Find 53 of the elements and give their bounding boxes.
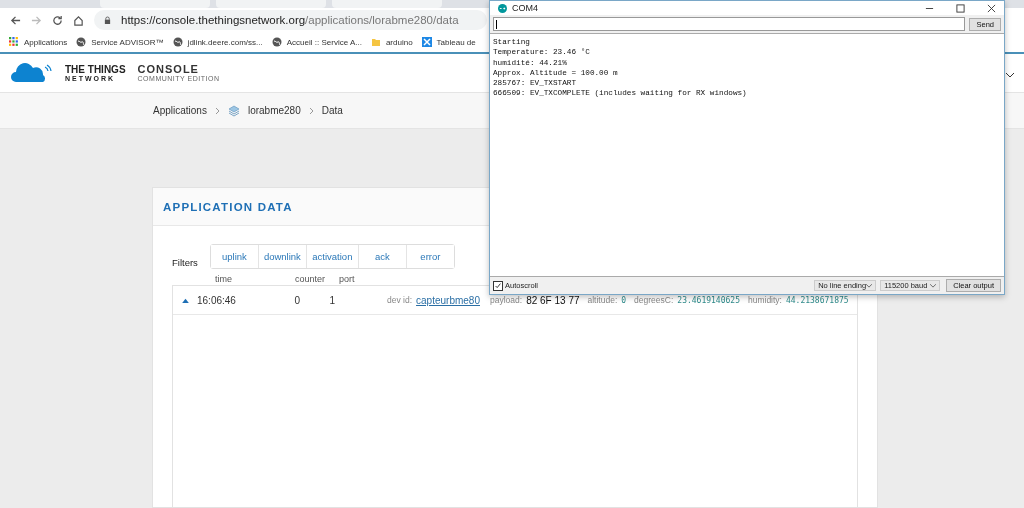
globe-icon [172,37,183,47]
field-value: 0 [621,295,627,305]
breadcrumb-link[interactable]: lorabme280 [247,105,301,116]
bookmark-link[interactable]: Tableau de [436,37,476,47]
field-label: degreesC: [634,295,674,305]
port-cell-text: 1 [328,294,335,306]
counter-cell-text: 0 [293,294,300,306]
window-title: COM4 [512,3,538,13]
globe-icon [271,37,282,47]
close-icon[interactable] [987,3,996,13]
apps-grid-icon [9,37,19,47]
console-title: CONSOLE [137,64,200,75]
chevron-icon [308,106,314,115]
card-title: APPLICATION DATA [163,200,293,213]
field-label: payload: [490,295,523,305]
breadcrumb-link[interactable]: Applications [153,105,207,116]
field-label: altitude: [587,295,618,305]
folder-icon [370,37,381,47]
lock-icon [104,15,111,25]
filter-button[interactable]: uplink [210,245,259,268]
autoscroll-checkbox[interactable] [493,280,503,291]
brand-name: THE THINGS [65,64,126,75]
cloud-logo-icon [11,63,53,83]
caret-icon[interactable] [182,297,189,303]
column-header: counter [295,274,327,284]
input-field[interactable] [493,17,966,31]
time-cell-text: 16:06:46 [197,294,237,306]
board-icon [421,37,432,47]
filters-label: Filters [172,257,198,269]
field-label: dev id: [387,295,413,305]
layers-icon [227,104,240,117]
chevron-down-icon [930,283,937,288]
chevron-down-icon [866,283,873,288]
globe-icon [76,37,87,47]
payload-value: 82 6F 13 77 [526,294,580,306]
field-label: humidity: [747,295,782,305]
bookmark-link[interactable]: jdlink.deere.com/ss... [187,37,263,47]
field-value: 23.4619140625 [677,295,740,305]
chevron-icon [214,106,220,115]
bookmark-link[interactable]: Accueil :: Service A... [286,37,362,47]
field-value: 44.2138671875 [785,295,849,305]
chevron-down-icon[interactable] [1006,73,1014,78]
column-header: port [339,274,355,284]
maximize-icon[interactable] [956,3,965,13]
home-icon[interactable] [73,14,84,26]
address-field[interactable]: https://console.thethingsnetwork.org/applications/lorabme280/data [94,10,487,30]
back-icon[interactable] [10,14,21,26]
bookmark-link[interactable]: Service ADVISOR™ [91,37,164,47]
device-link[interactable]: capteurbme80 [416,294,480,306]
reload-icon[interactable] [52,14,63,26]
bookmark-link[interactable]: arduino [385,37,413,47]
bookmark-link[interactable]: Applications [24,37,68,47]
column-header: time [215,274,233,284]
